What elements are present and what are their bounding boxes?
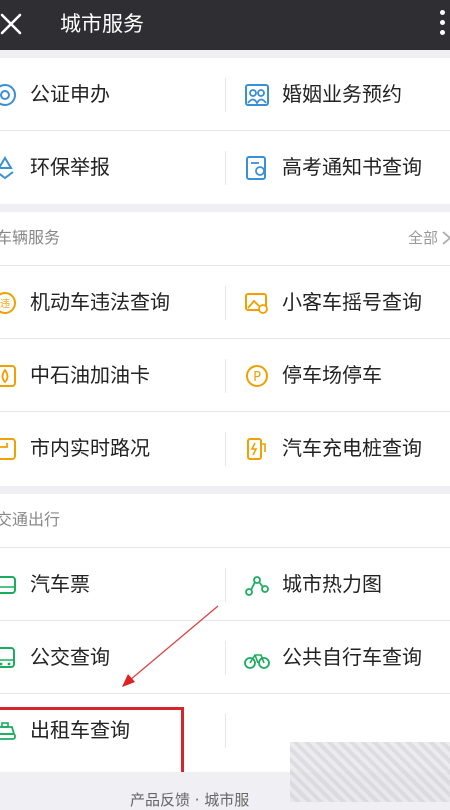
heat-map-icon: [245, 576, 269, 596]
more-options-icon[interactable]: [438, 10, 446, 40]
recycle-icon: [0, 156, 14, 180]
service-label: 婚姻业务预约: [282, 82, 402, 106]
service-label: 中石油加油卡: [30, 363, 150, 387]
footer: 产品反馈 · 城市服: [0, 742, 450, 809]
service-marriage[interactable]: 婚姻业务预约: [226, 58, 450, 131]
view-all-link[interactable]: 全部: [408, 227, 438, 249]
footer-feedback-text[interactable]: 产品反馈 · 城市服: [130, 790, 249, 810]
service-row: 违 机动车违法查询 小客车摇号查询: [0, 266, 450, 339]
violation-icon: 违: [0, 292, 16, 314]
service-label: 小客车摇号查询: [282, 290, 422, 314]
page-title: 城市服务: [60, 12, 144, 36]
service-label: 公共自行车查询: [282, 645, 422, 669]
service-label: 汽车票: [30, 572, 90, 596]
section-services: 公证申办 婚姻业务预约 环保举报 高考通知书查询: [0, 58, 450, 204]
service-label: 汽车充电桩查询: [282, 436, 422, 460]
service-row: 汽车票 城市热力图: [0, 548, 450, 621]
service-parking[interactable]: P 停车场停车: [226, 339, 450, 412]
notary-seal-icon: [0, 84, 16, 106]
charging-pile-icon: [247, 438, 266, 460]
service-label: 高考通知书查询: [282, 155, 422, 179]
section-title: 交通出行: [0, 510, 61, 529]
couple-icon: [245, 84, 269, 106]
highlight-box: [0, 707, 184, 775]
service-heat-map[interactable]: 城市热力图: [226, 548, 450, 621]
service-charging-pile[interactable]: 汽车充电桩查询: [226, 412, 450, 485]
section-vehicle-services: 车辆服务 全部 违 机动车违法查询 小客车摇号查询 中石油加油卡 P 停车场停车…: [0, 212, 450, 486]
service-public-bike[interactable]: 公共自行车查询: [226, 621, 450, 694]
traffic-map-icon: [0, 438, 16, 460]
service-notary[interactable]: 公证申办: [0, 58, 225, 131]
image-search-icon: [245, 293, 268, 314]
coach-icon: [0, 576, 16, 594]
service-label: 城市热力图: [282, 572, 382, 596]
service-row: 中石油加油卡 P 停车场停车: [0, 339, 450, 412]
bicycle-icon: [244, 654, 270, 669]
close-icon[interactable]: [0, 11, 24, 37]
service-traffic-conditions[interactable]: 市内实时路况: [0, 412, 225, 485]
service-environment-report[interactable]: 环保举报: [0, 131, 225, 204]
svg-text:违: 违: [0, 298, 10, 310]
service-car-lottery[interactable]: 小客车摇号查询: [226, 266, 450, 339]
service-label: 机动车违法查询: [30, 290, 170, 314]
title-bar: 城市服务: [0, 0, 450, 50]
document-search-icon: [246, 156, 266, 180]
service-row: 环保举报 高考通知书查询: [0, 131, 450, 204]
bus-icon: [0, 647, 15, 668]
service-bus-ticket[interactable]: 汽车票: [0, 548, 225, 621]
service-row: 市内实时路况 汽车充电桩查询: [0, 412, 450, 485]
section-header: 交通出行: [0, 494, 450, 548]
service-fuel-card[interactable]: 中石油加油卡: [0, 339, 225, 412]
service-label: 环保举报: [30, 155, 110, 179]
service-label: 公交查询: [30, 645, 110, 669]
service-label: 停车场停车: [282, 363, 382, 387]
fuel-drop-icon: [0, 365, 16, 387]
service-label: 公证申办: [30, 82, 110, 106]
service-label: 市内实时路况: [30, 436, 150, 460]
chevron-right-icon[interactable]: [440, 230, 450, 246]
service-row: 公证申办 婚姻业务预约: [0, 58, 450, 131]
service-traffic-violation[interactable]: 违 机动车违法查询: [0, 266, 225, 339]
watermark-overlay: [290, 742, 450, 802]
service-bus-query[interactable]: 公交查询: [0, 621, 225, 694]
section-header: 车辆服务 全部: [0, 212, 450, 266]
svg-text:P: P: [253, 370, 261, 385]
parking-icon: P: [246, 365, 268, 387]
section-title: 车辆服务: [0, 228, 61, 247]
service-row: 公交查询 公共自行车查询: [0, 621, 450, 694]
service-exam-notice[interactable]: 高考通知书查询: [226, 131, 450, 204]
